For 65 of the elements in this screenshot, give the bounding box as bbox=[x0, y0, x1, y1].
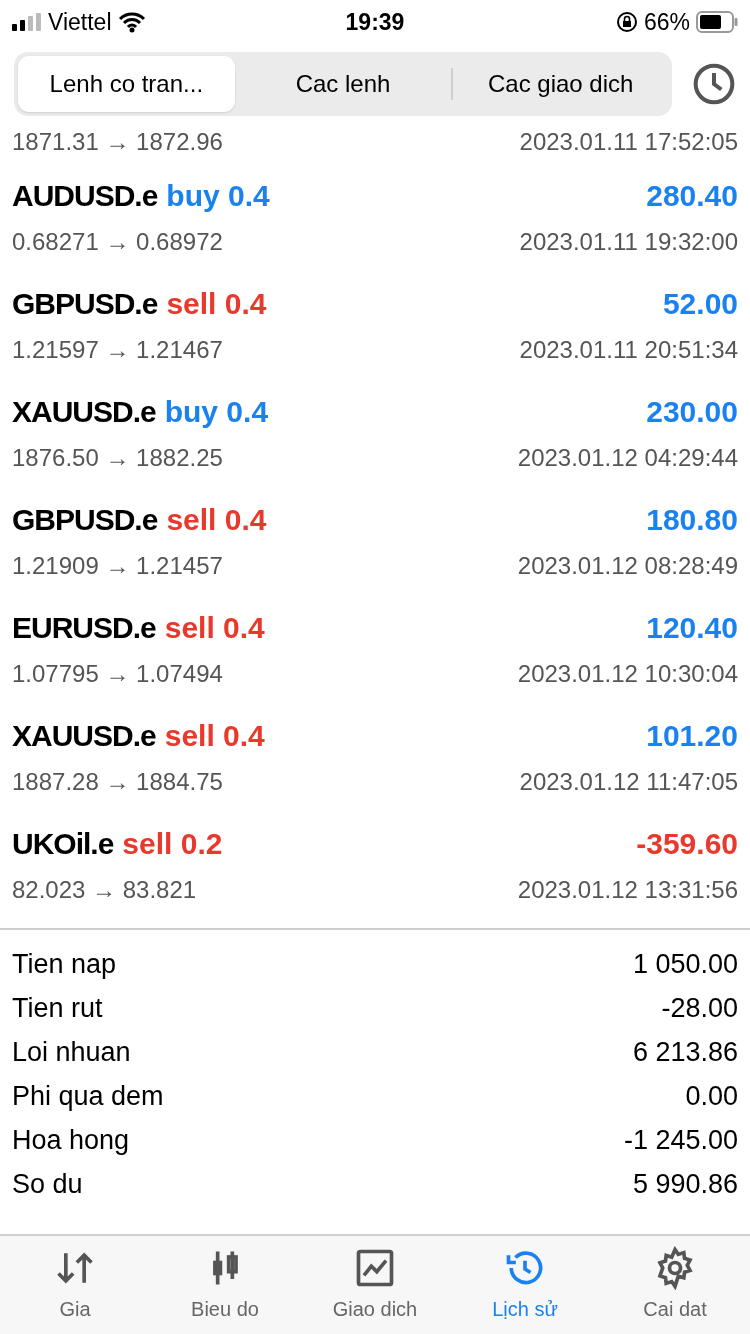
carrier-name: Viettel bbox=[48, 7, 112, 37]
trade-side: sell 0.4 bbox=[166, 501, 267, 538]
trade-time: 2023.01.11 19:32:00 bbox=[519, 226, 738, 257]
summary-value: 5 990.86 bbox=[632, 1167, 738, 1201]
trade-side: sell 0.4 bbox=[164, 609, 265, 646]
summary-label: Hoa hong bbox=[12, 1123, 130, 1157]
trade-prices: 0.68271 → 0.68972 bbox=[12, 226, 223, 257]
trade-side: sell 0.2 bbox=[122, 825, 223, 862]
summary-label: Phi qua dem bbox=[12, 1079, 164, 1113]
trade-profit: 180.80 bbox=[646, 501, 738, 538]
trade-symbol: GBPUSD.e bbox=[12, 285, 158, 322]
trade-symbol: AUDUSD.e bbox=[12, 177, 158, 214]
trade-prices: 1887.28 → 1884.75 bbox=[12, 766, 223, 797]
trade-profit: 230.00 bbox=[646, 393, 738, 430]
trade-symbol: GBPUSD.e bbox=[12, 501, 158, 538]
trade-profit: -359.60 bbox=[636, 825, 738, 862]
segment-tab[interactable]: Lenh co tran... bbox=[18, 56, 235, 112]
trade-side: buy 0.4 bbox=[166, 177, 270, 214]
trade-time: 2023.01.12 11:47:05 bbox=[519, 766, 738, 797]
trade-time: 2023.01.12 10:30:04 bbox=[517, 658, 738, 689]
summary-label: So du bbox=[12, 1167, 83, 1201]
summary-value: -1 245.00 bbox=[623, 1123, 738, 1157]
tab-bar-item[interactable]: Cai dat bbox=[600, 1236, 750, 1334]
trade-prices: 1871.31 → 1872.96 bbox=[12, 127, 223, 157]
trade-side: buy 0.4 bbox=[164, 393, 269, 430]
trade-profit: 120.40 bbox=[646, 609, 738, 646]
tab-bar-item[interactable]: Lịch sử bbox=[450, 1236, 600, 1334]
battery-percent: 66% bbox=[643, 7, 690, 37]
trade-time: 2023.01.12 08:28:49 bbox=[517, 550, 738, 581]
trade-symbol: EURUSD.e bbox=[12, 609, 156, 646]
battery-icon bbox=[696, 11, 738, 33]
trade-symbol: XAUUSD.e bbox=[12, 717, 156, 754]
trade-time: 2023.01.11 20:51:34 bbox=[519, 334, 738, 365]
summary-value: -28.00 bbox=[661, 991, 738, 1025]
trade-prices: 1.21597 → 1.21467 bbox=[12, 334, 223, 365]
wifi-icon bbox=[117, 11, 146, 33]
signal-icon bbox=[12, 13, 42, 31]
rotation-lock-icon bbox=[615, 11, 638, 33]
trade-prices: 1.07795 → 1.07494 bbox=[12, 658, 223, 689]
tab-bar-item[interactable]: Gia bbox=[0, 1236, 150, 1334]
trade-time: 2023.01.11 17:52:05 bbox=[519, 127, 738, 157]
trade-profit: 101.20 bbox=[646, 717, 738, 754]
summary-value: 6 213.86 bbox=[632, 1035, 738, 1069]
trade-prices: 82.023 → 83.821 bbox=[12, 874, 197, 905]
trade-side: sell 0.4 bbox=[164, 717, 265, 754]
segment-tab[interactable]: Cac lenh bbox=[234, 56, 452, 112]
trade-profit: 52.00 bbox=[662, 285, 738, 322]
trade-prices: 1.21909 → 1.21457 bbox=[12, 550, 223, 581]
trade-profit: 280.40 bbox=[646, 177, 738, 214]
tab-bar-item[interactable]: Bieu do bbox=[150, 1236, 300, 1334]
tab-bar-item[interactable]: Giao dich bbox=[300, 1236, 450, 1334]
trade-prices: 1876.50 → 1882.25 bbox=[12, 442, 223, 473]
trade-symbol: UKOil.e bbox=[12, 825, 114, 862]
status-time: 19:39 bbox=[345, 7, 405, 37]
summary-label: Loi nhuan bbox=[12, 1035, 131, 1069]
trade-time: 2023.01.12 13:31:56 bbox=[517, 874, 738, 905]
trade-symbol: XAUUSD.e bbox=[12, 393, 156, 430]
summary-value: 0.00 bbox=[685, 1079, 738, 1113]
summary-label: Tien rut bbox=[12, 991, 103, 1025]
segment-tab[interactable]: Cac giao dich bbox=[453, 56, 668, 112]
trade-side: sell 0.4 bbox=[166, 285, 267, 322]
summary-value: 1 050.00 bbox=[632, 947, 738, 981]
trade-time: 2023.01.12 04:29:44 bbox=[517, 442, 738, 473]
summary-label: Tien nap bbox=[12, 947, 117, 981]
clock-icon[interactable] bbox=[692, 62, 736, 106]
